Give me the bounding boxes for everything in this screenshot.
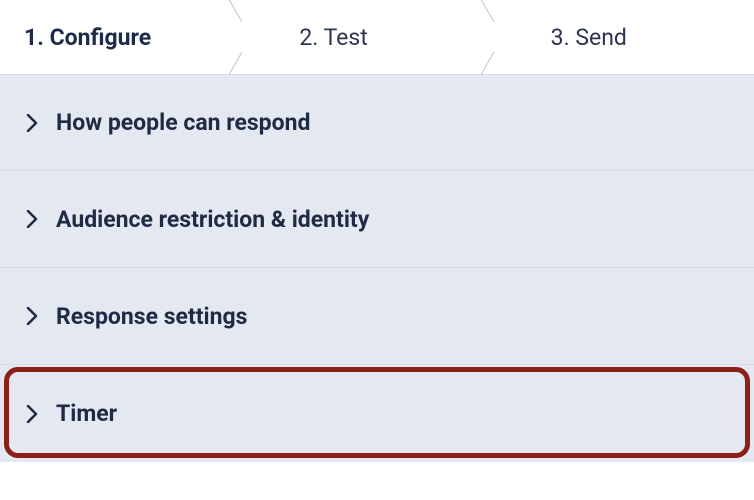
panel-audience-restriction-identity[interactable]: Audience restriction & identity (0, 171, 754, 268)
panel-title: Timer (56, 400, 117, 427)
chevron-right-icon (22, 404, 42, 424)
wizard-step-send[interactable]: 3. Send (503, 0, 754, 74)
wizard-step-label: 3. Send (503, 24, 627, 51)
wizard-step-label: 2. Test (251, 24, 367, 51)
chevron-right-icon (22, 113, 42, 133)
chevron-right-icon (22, 306, 42, 326)
settings-panel-list: How people can respond Audience restrict… (0, 74, 754, 462)
wizard-step-test[interactable]: 2. Test (251, 0, 502, 74)
panel-how-people-can-respond[interactable]: How people can respond (0, 74, 754, 171)
chevron-right-icon (22, 209, 42, 229)
panel-response-settings[interactable]: Response settings (0, 268, 754, 365)
panel-title: Audience restriction & identity (56, 206, 369, 233)
wizard-step-label: 1. Configure (0, 24, 151, 51)
panel-title: Response settings (56, 303, 247, 330)
wizard-step-configure[interactable]: 1. Configure (0, 0, 251, 74)
wizard-stepper: 1. Configure 2. Test 3. Send (0, 0, 754, 74)
panel-title: How people can respond (56, 109, 310, 136)
panel-timer[interactable]: Timer (0, 365, 754, 462)
